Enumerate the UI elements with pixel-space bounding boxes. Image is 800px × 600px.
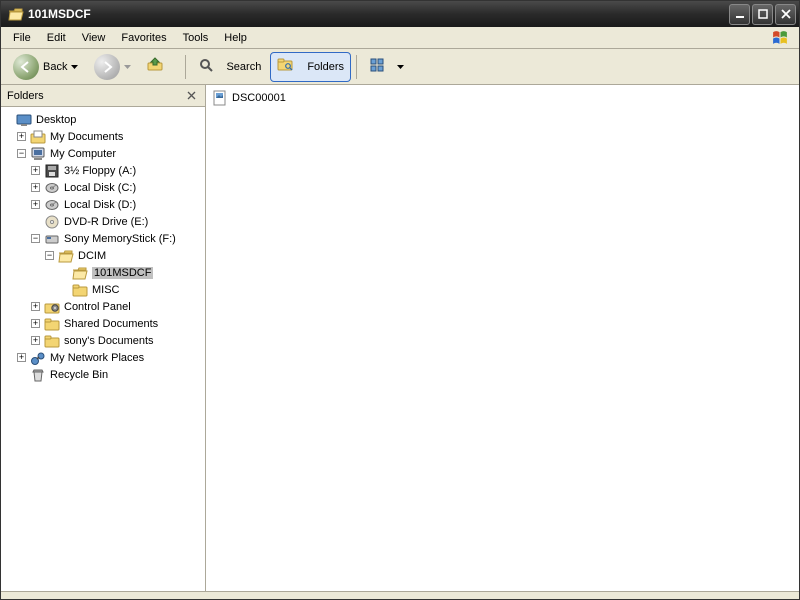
tree-recycle[interactable]: Recycle Bin (3, 366, 203, 383)
tree-locald[interactable]: + Local Disk (D:) (3, 196, 203, 213)
folders-panel-close[interactable] (183, 88, 199, 104)
folders-panel-header: Folders (1, 85, 205, 107)
toolbar: Back Search Folders (1, 49, 799, 85)
disk-icon (44, 197, 60, 213)
tree-101msdcf[interactable]: 101MSDCF (3, 264, 203, 281)
menu-help[interactable]: Help (216, 30, 255, 46)
tree-localc[interactable]: + Local Disk (C:) (3, 179, 203, 196)
folders-panel: Folders Desktop + My Documents − My (1, 85, 206, 591)
control-panel-icon (44, 299, 60, 315)
expander[interactable]: + (31, 302, 40, 311)
tree-shared[interactable]: + Shared Documents (3, 315, 203, 332)
expander[interactable]: − (45, 251, 54, 260)
folders-button[interactable]: Folders (271, 53, 350, 81)
menu-file[interactable]: File (5, 30, 39, 46)
back-dropdown-icon[interactable] (71, 65, 78, 69)
menu-favorites[interactable]: Favorites (113, 30, 174, 46)
close-button[interactable] (775, 4, 796, 25)
maximize-button[interactable] (752, 4, 773, 25)
back-button[interactable]: Back (7, 51, 84, 83)
my-documents-icon (30, 129, 46, 145)
content-pane[interactable]: DSC00001 (206, 85, 799, 591)
tree-floppy[interactable]: + 3½ Floppy (A:) (3, 162, 203, 179)
body: Folders Desktop + My Documents − My (1, 85, 799, 591)
folder-open-icon (58, 248, 74, 264)
expander[interactable]: + (31, 200, 40, 209)
up-icon (147, 56, 169, 78)
folder-icon (72, 282, 88, 298)
tree-sony[interactable]: − Sony MemoryStick (F:) (3, 230, 203, 247)
menu-tools[interactable]: Tools (175, 30, 217, 46)
back-icon (13, 54, 39, 80)
titlebar[interactable]: 101MSDCF (1, 1, 799, 27)
forward-dropdown-icon[interactable] (124, 65, 131, 69)
tree-misc[interactable]: MISC (3, 281, 203, 298)
views-button[interactable] (363, 54, 410, 80)
floppy-icon (44, 163, 60, 179)
views-dropdown-icon[interactable] (397, 65, 404, 69)
expander[interactable]: + (31, 336, 40, 345)
disk-icon (44, 180, 60, 196)
folders-label: Folders (307, 61, 344, 73)
network-icon (30, 350, 46, 366)
statusbar (1, 591, 799, 599)
titlebar-folder-icon (8, 6, 24, 22)
folder-open-icon (72, 265, 88, 281)
file-item[interactable]: DSC00001 (210, 89, 288, 107)
explorer-window: 101MSDCF File Edit View Favorites Tools … (0, 0, 800, 600)
window-title: 101MSDCF (28, 7, 729, 21)
folder-icon (44, 333, 60, 349)
toolbar-separator (185, 55, 186, 79)
tree-network[interactable]: + My Network Places (3, 349, 203, 366)
folders-icon (277, 56, 299, 78)
tree-desktop[interactable]: Desktop (3, 111, 203, 128)
dvd-icon (44, 214, 60, 230)
views-icon (369, 57, 389, 77)
expander[interactable]: + (31, 183, 40, 192)
removable-icon (44, 231, 60, 247)
search-icon (198, 57, 218, 77)
forward-button[interactable] (88, 51, 137, 83)
menu-edit[interactable]: Edit (39, 30, 74, 46)
expander[interactable]: − (17, 149, 26, 158)
menu-view[interactable]: View (74, 30, 114, 46)
expander[interactable]: + (31, 319, 40, 328)
up-button[interactable] (141, 53, 179, 81)
search-label: Search (226, 61, 261, 73)
minimize-button[interactable] (729, 4, 750, 25)
search-button[interactable]: Search (192, 54, 267, 80)
tree-dcim[interactable]: − DCIM (3, 247, 203, 264)
recycle-bin-icon (30, 367, 46, 383)
tree-mycomputer[interactable]: − My Computer (3, 145, 203, 162)
tree-cpanel[interactable]: + Control Panel (3, 298, 203, 315)
expander[interactable]: − (31, 234, 40, 243)
tree-sonydocs[interactable]: + sony's Documents (3, 332, 203, 349)
expander[interactable]: + (17, 353, 26, 362)
folder-tree[interactable]: Desktop + My Documents − My Computer + 3… (1, 107, 205, 591)
back-label: Back (43, 61, 67, 73)
desktop-icon (16, 112, 32, 128)
tree-mydocs[interactable]: + My Documents (3, 128, 203, 145)
my-computer-icon (30, 146, 46, 162)
image-file-icon (212, 90, 228, 106)
tree-dvdr[interactable]: DVD-R Drive (E:) (3, 213, 203, 230)
windows-flag-icon (769, 29, 791, 47)
folder-icon (44, 316, 60, 332)
expander[interactable]: + (31, 166, 40, 175)
menubar: File Edit View Favorites Tools Help (1, 27, 799, 49)
folders-panel-title: Folders (7, 90, 183, 102)
file-name: DSC00001 (232, 92, 286, 104)
expander[interactable]: + (17, 132, 26, 141)
forward-icon (94, 54, 120, 80)
toolbar-separator (356, 55, 357, 79)
